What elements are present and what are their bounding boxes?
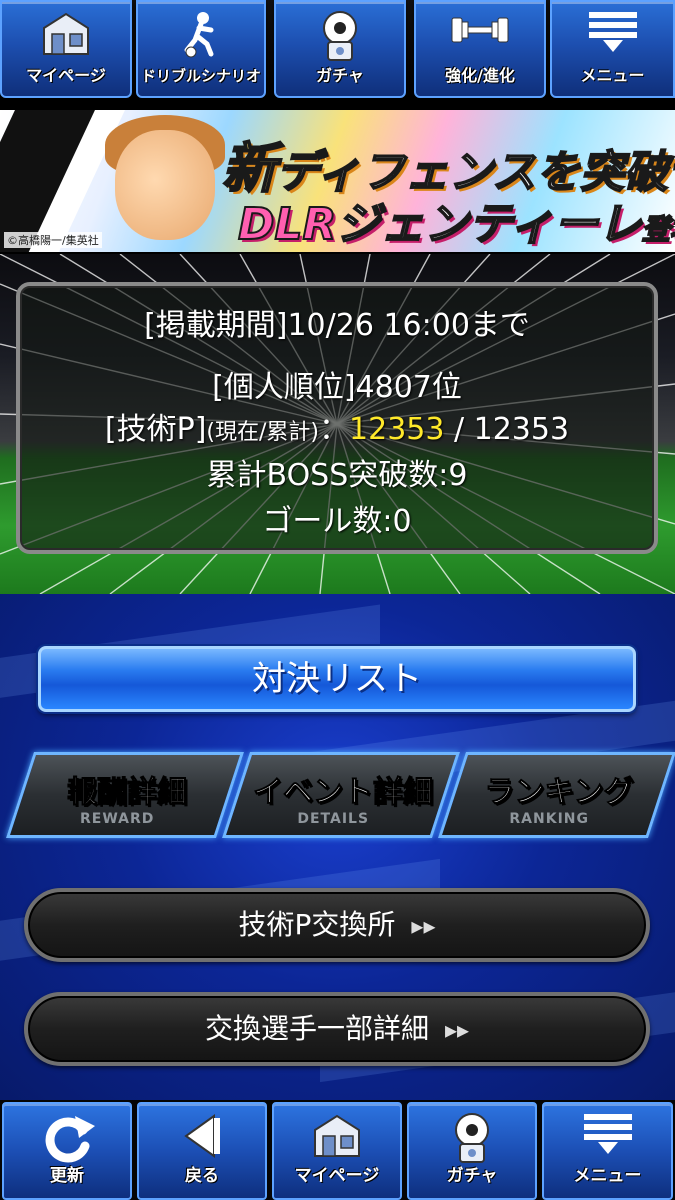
dumbbell-icon — [451, 17, 509, 43]
reward-details-label: 報酬詳細 — [66, 775, 187, 811]
bottom-navigation: 更新 戻る マイページ ガチャ メニュー — [0, 1100, 675, 1200]
event-banner[interactable]: 新ディフェンスを突破せよ!! DLRジェンティーレ登場!! ©高橋陽一/集英社 — [0, 110, 675, 252]
nav-mypage-button[interactable]: マイページ — [0, 0, 132, 98]
goal-count: ゴール数:0 — [262, 504, 412, 539]
gacha-machine-icon — [455, 1113, 489, 1163]
double-chevron-icon: ▸▸ — [444, 1016, 470, 1044]
character-portrait — [115, 130, 215, 240]
gacha-label: ガチャ — [446, 1166, 498, 1186]
house-icon — [314, 1114, 360, 1157]
reward-details-sublabel: REWARD — [79, 811, 155, 827]
gacha-machine-icon — [323, 11, 357, 61]
nav-mypage-label: マイページ — [26, 66, 106, 85]
nav-dribble-label: ドリブルシナリオ — [140, 67, 261, 85]
nav-gacha-label: ガチャ — [316, 66, 364, 85]
nav-gacha-button[interactable]: ガチャ — [274, 0, 406, 98]
banner-copyright: ©高橋陽一/集英社 — [4, 232, 102, 248]
tech-points-total: / 12353 — [444, 412, 570, 447]
banner-dlr: DLR — [237, 198, 337, 251]
banner-subline: DLRジェンティーレ登場!! — [237, 188, 675, 252]
refresh-button[interactable]: 更新 — [2, 1102, 132, 1200]
exchange-players-details-button[interactable]: 交換選手一部詳細 ▸▸ — [24, 992, 650, 1066]
nav-enhance-button[interactable]: 強化/進化 — [414, 0, 546, 98]
event-period: [掲載期間]10/26 16:00まで — [144, 308, 530, 343]
nav-enhance-label: 強化/進化 — [445, 66, 515, 85]
back-label: 戻る — [185, 1166, 219, 1186]
banner-character-name: ジェンティーレ — [335, 198, 642, 251]
tech-points-colon: ： — [319, 412, 350, 447]
menu-icon — [588, 12, 637, 52]
ranking-sublabel: RANKING — [509, 811, 589, 827]
tech-points-label: [技術P] — [104, 412, 207, 447]
banner-suffix: 登場!! — [641, 212, 675, 247]
nav-menu-label: メニュー — [580, 66, 645, 85]
event-details-sublabel: DETAILS — [297, 811, 370, 827]
boss-break-count: 累計BOSS突破数:9 — [206, 458, 468, 493]
tech-points-row: [技術P](現在/累計)：12353 / 12353 — [20, 404, 654, 448]
event-details-button[interactable]: イベント詳細 DETAILS — [222, 752, 460, 838]
dribbling-player-icon — [184, 12, 214, 58]
back-button[interactable]: 戻る — [137, 1102, 267, 1200]
tech-points-sublabel: (現在/累計) — [206, 420, 320, 445]
vs-list-button[interactable]: 対決リスト — [38, 646, 636, 712]
tech-points-exchange-label: 技術P交換所 — [238, 908, 396, 941]
personal-rank: [個人順位]4807位 — [212, 370, 462, 405]
mypage-label: マイページ — [294, 1166, 380, 1186]
event-status-panel: [掲載期間]10/26 16:00まで [個人順位]4807位 [技術P](現在… — [16, 282, 658, 554]
house-icon — [43, 12, 89, 55]
nav-menu-button[interactable]: メニュー — [550, 0, 675, 98]
mypage-button[interactable]: マイページ — [272, 1102, 402, 1200]
reward-details-button[interactable]: 報酬詳細 REWARD — [6, 752, 244, 838]
menu-button[interactable]: メニュー — [542, 1102, 673, 1200]
nav-dribble-scenario-button[interactable]: ドリブルシナリオ — [136, 0, 266, 98]
ranking-button[interactable]: ランキング RANKING — [438, 752, 675, 838]
event-details-label: イベント詳細 — [252, 775, 433, 811]
refresh-label: 更新 — [50, 1166, 84, 1186]
refresh-icon — [45, 1116, 95, 1163]
double-chevron-icon: ▸▸ — [411, 912, 436, 940]
menu-icon — [583, 1114, 632, 1154]
ranking-label: ランキング — [484, 775, 634, 811]
tech-points-current: 12353 — [349, 412, 445, 447]
gacha-button[interactable]: ガチャ — [407, 1102, 537, 1200]
back-arrow-icon — [184, 1114, 220, 1158]
menu-label: メニュー — [573, 1166, 642, 1186]
top-navigation: マイページ ドリブルシナリオ ガチャ 強化/進化 メニュー — [0, 0, 675, 105]
tech-points-exchange-button[interactable]: 技術P交換所 ▸▸ — [24, 888, 650, 962]
exchange-players-details-label: 交換選手一部詳細 — [204, 1012, 429, 1045]
